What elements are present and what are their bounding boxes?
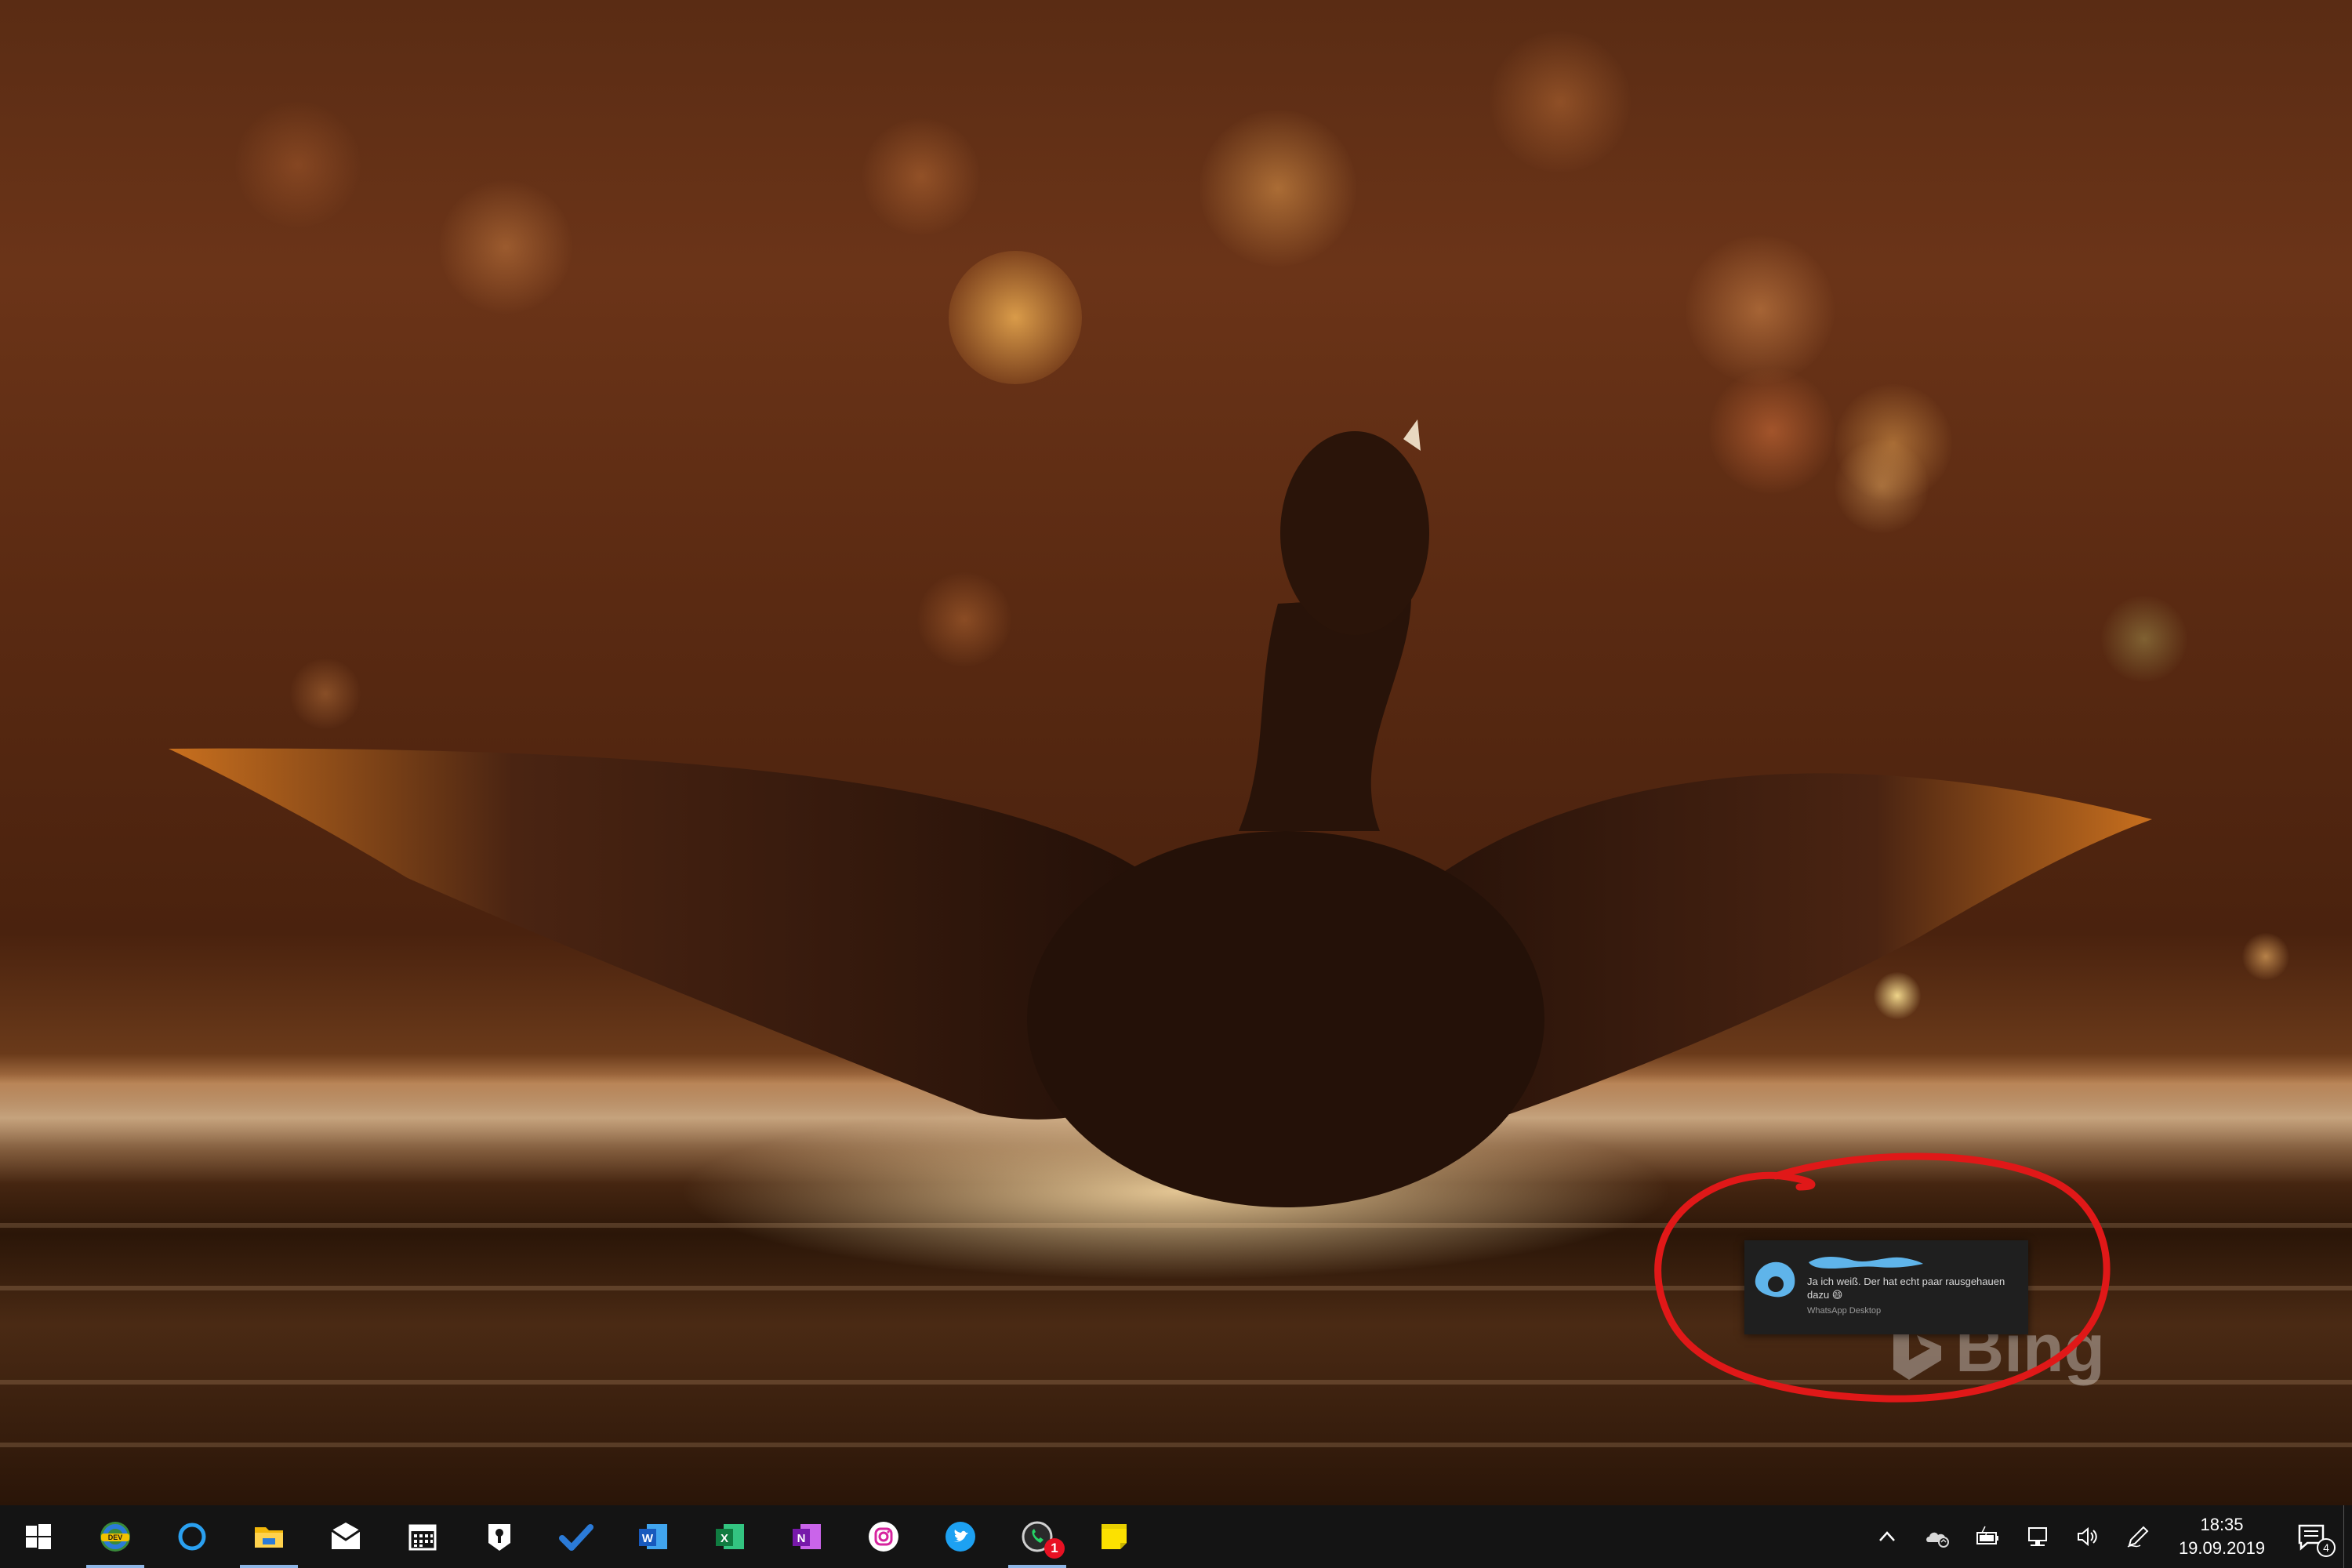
cortana-ring-icon (178, 1523, 206, 1551)
toast-app-name: WhatsApp Desktop (1807, 1306, 1882, 1316)
taskbar-clock[interactable]: 18:35 19.09.2019 (2163, 1505, 2281, 1568)
action-center-button[interactable]: 4 (2281, 1505, 2343, 1568)
taskbar: DEV W X N 1 18:35 19.09.2019 4 (0, 1505, 2352, 1568)
clock-time: 18:35 (2200, 1515, 2244, 1534)
tray-battery[interactable] (1962, 1505, 2013, 1568)
taskbar-onenote[interactable]: N (768, 1505, 845, 1568)
taskbar-word[interactable]: W (615, 1505, 691, 1568)
battery-charging-icon (1976, 1526, 1998, 1544)
svg-text:X: X (720, 1532, 728, 1545)
keyhole-icon (488, 1524, 510, 1551)
svg-text:W: W (642, 1532, 654, 1545)
tray-onedrive[interactable] (1912, 1505, 1962, 1568)
windows-logo-icon (26, 1524, 51, 1549)
cloud-sync-icon (1926, 1532, 1949, 1548)
taskbar-cortana[interactable] (154, 1505, 230, 1568)
calendar-icon (408, 1524, 437, 1551)
clock-date: 19.09.2019 (2178, 1538, 2266, 1558)
taskbar-twitter[interactable] (922, 1505, 999, 1568)
checkmark-icon (559, 1524, 593, 1551)
taskbar-instagram[interactable] (845, 1505, 922, 1568)
svg-text:N: N (797, 1532, 806, 1545)
taskbar-todo[interactable] (538, 1505, 615, 1568)
edge-dev-icon: DEV (100, 1522, 130, 1552)
word-icon: W (639, 1524, 667, 1549)
redacted-sender-name (1809, 1257, 1923, 1269)
tray-network[interactable] (2013, 1505, 2063, 1568)
envelope-icon (331, 1523, 361, 1549)
excel-icon: X (716, 1524, 744, 1549)
sticky-note-icon (1102, 1524, 1127, 1549)
contact-avatar (1755, 1261, 1795, 1298)
start-button[interactable] (0, 1505, 77, 1568)
twitter-icon (946, 1522, 975, 1552)
taskbar-excel[interactable]: X (691, 1505, 768, 1568)
system-tray: 18:35 19.09.2019 4 (1862, 1505, 2352, 1568)
onenote-icon: N (793, 1524, 821, 1549)
instagram-icon (869, 1522, 898, 1552)
show-hidden-icons-button[interactable] (1862, 1505, 1912, 1568)
toast-message: Ja ich weiß. Der hat echt paar rausgehau… (1807, 1276, 2005, 1301)
taskbar-sticky-notes[interactable] (1076, 1505, 1152, 1568)
svg-text:DEV: DEV (108, 1534, 123, 1541)
taskbar-mail[interactable] (307, 1505, 384, 1568)
taskbar-calendar[interactable] (384, 1505, 461, 1568)
taskbar-file-explorer[interactable] (230, 1505, 307, 1568)
taskbar-keepass[interactable] (461, 1505, 538, 1568)
taskbar-edge-dev[interactable]: DEV (77, 1505, 154, 1568)
whatsapp-unread-badge: 1 (1044, 1538, 1065, 1559)
tray-volume[interactable] (2063, 1505, 2113, 1568)
network-ethernet-icon (2028, 1527, 2047, 1546)
taskbar-whatsapp[interactable]: 1 (999, 1505, 1076, 1568)
whatsapp-toast-notification[interactable]: Ja ich weiß. Der hat echt paar rausgehau… (1744, 1240, 2028, 1334)
folder-icon (255, 1527, 283, 1548)
show-desktop-button[interactable] (2343, 1505, 2352, 1568)
tray-pen-workspace[interactable] (2113, 1505, 2163, 1568)
chevron-up-icon (1879, 1531, 1895, 1541)
speaker-icon (2078, 1526, 2097, 1547)
pen-icon (2127, 1526, 2149, 1548)
notification-count-badge: 4 (2317, 1538, 2336, 1557)
